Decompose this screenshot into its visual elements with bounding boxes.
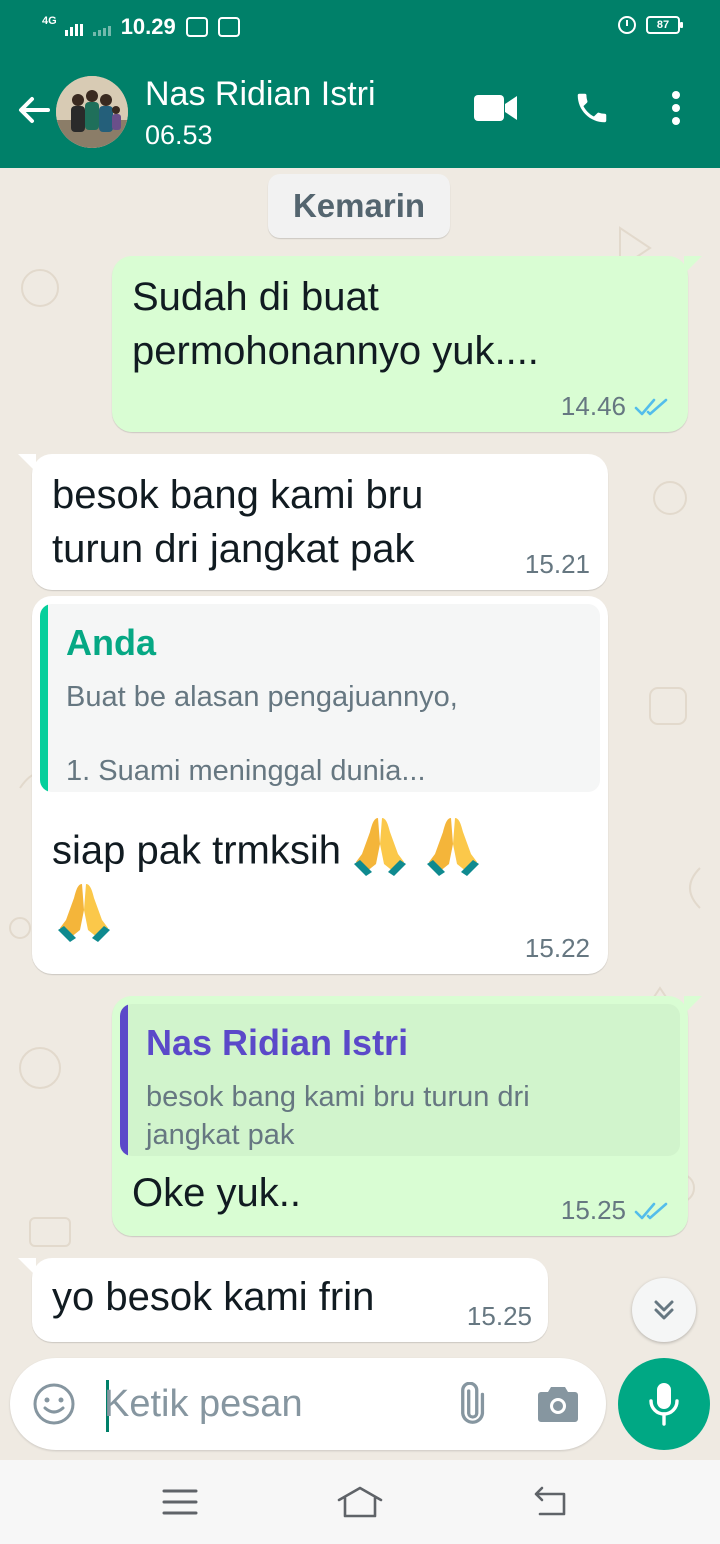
message-outgoing[interactable]: Sudah di buat permohonannyo yuk.... 14.4… — [112, 256, 702, 432]
message-incoming-reply[interactable]: Anda Buat be alasan pengajuannyo, 1. Sua… — [32, 596, 608, 974]
message-time: 15.21 — [524, 549, 590, 579]
message-meta: 15.25 — [467, 1301, 532, 1332]
bubble-tail — [18, 454, 36, 472]
message-text-line: siap pak trmksih — [52, 814, 481, 892]
back-arrow-icon[interactable] — [14, 90, 54, 130]
network-type: 4G — [42, 15, 57, 27]
message-meta: 15.22 — [525, 933, 590, 964]
camera-icon[interactable] — [534, 1380, 582, 1428]
mic-icon — [649, 1383, 679, 1426]
message-text: Oke yuk.. — [132, 1171, 301, 1215]
battery-level: 87 — [656, 19, 670, 31]
quote-author: Anda — [66, 622, 156, 663]
last-seen: 06.53 — [145, 120, 213, 150]
bubble-tail — [684, 256, 702, 274]
battery-icon: 87 — [646, 16, 683, 34]
message-input[interactable] — [96, 1370, 434, 1438]
quoted-message[interactable]: Anda Buat be alasan pengajuannyo, 1. Sua… — [40, 604, 600, 792]
attach-icon[interactable] — [446, 1380, 494, 1428]
message-time: 15.25 — [560, 1195, 626, 1225]
quote-text: jangkat pak — [146, 1119, 295, 1151]
folded-hands-emoji-icon — [425, 814, 481, 892]
contact-name[interactable]: Nas Ridian Istri — [145, 74, 376, 114]
message-emoji-line — [56, 880, 112, 958]
alarm-icon — [618, 16, 636, 34]
quote-text: Buat be alasan pengajuannyo, — [66, 681, 458, 713]
home-icon[interactable] — [330, 1478, 390, 1526]
quote-bar — [120, 1004, 128, 1156]
message-text: siap pak trmksih — [52, 828, 341, 873]
read-ticks-icon — [634, 398, 668, 415]
more-options-icon[interactable] — [652, 84, 700, 132]
bubble-tail — [18, 1258, 36, 1276]
message-incoming[interactable]: yo besok kami frin 15.25 — [18, 1258, 548, 1342]
clock: 10.29 — [120, 14, 176, 39]
status-bar: 4G 10.29 87 — [0, 0, 720, 56]
message-text: turun dri jangkat pak — [52, 527, 415, 571]
chat-area[interactable]: Kemarin Sudah di buat permohonannyo yuk.… — [0, 168, 720, 1460]
date-chip: Kemarin — [268, 174, 450, 238]
message-time: 14.46 — [560, 391, 626, 421]
screenshot-icon — [185, 17, 208, 37]
mail-icon — [217, 17, 240, 37]
message-text: Sudah di buat — [132, 275, 379, 319]
quote-bar — [40, 604, 48, 792]
system-nav-bar — [0, 1460, 720, 1544]
emoji-icon[interactable] — [30, 1380, 78, 1428]
scroll-down-button[interactable] — [632, 1278, 696, 1342]
folded-hands-emoji-icon — [352, 814, 408, 892]
voice-call-icon[interactable] — [568, 84, 616, 132]
status-right: 87 — [618, 16, 683, 34]
message-outgoing-reply[interactable]: Nas Ridian Istri besok bang kami bru tur… — [112, 996, 702, 1236]
message-composer — [10, 1358, 606, 1450]
message-text: besok bang kami bru — [52, 473, 424, 517]
quote-author: Nas Ridian Istri — [146, 1022, 409, 1063]
message-text: yo besok kami frin — [52, 1275, 375, 1319]
back-nav-icon[interactable] — [520, 1478, 580, 1526]
message-meta: 15.21 — [525, 549, 590, 580]
message-time: 15.22 — [524, 933, 590, 963]
voice-message-button[interactable] — [618, 1358, 710, 1450]
menu-icon[interactable] — [150, 1478, 210, 1526]
signal-icon — [64, 18, 83, 36]
message-meta: 14.46 — [561, 391, 670, 422]
message-incoming[interactable]: besok bang kami bru turun dri jangkat pa… — [18, 454, 608, 590]
quote-text: 1. Suami meninggal dunia... — [66, 755, 426, 787]
status-left: 4G 10.29 — [42, 14, 240, 40]
folded-hands-emoji-icon — [56, 880, 112, 958]
message-meta: 15.25 — [561, 1195, 670, 1226]
bubble-tail — [684, 996, 702, 1014]
signal-secondary-icon — [92, 18, 111, 36]
chat-header: Nas Ridian Istri 06.53 — [0, 56, 720, 168]
double-chevron-down-icon — [654, 1300, 674, 1320]
read-ticks-icon — [634, 1202, 668, 1219]
quote-text: besok bang kami bru turun dri — [146, 1081, 530, 1113]
video-call-icon[interactable] — [472, 84, 520, 132]
quoted-message[interactable]: Nas Ridian Istri besok bang kami bru tur… — [120, 1004, 680, 1156]
message-time: 15.25 — [466, 1301, 532, 1331]
message-text: permohonannyo yuk.... — [132, 329, 539, 373]
avatar[interactable] — [56, 76, 128, 148]
